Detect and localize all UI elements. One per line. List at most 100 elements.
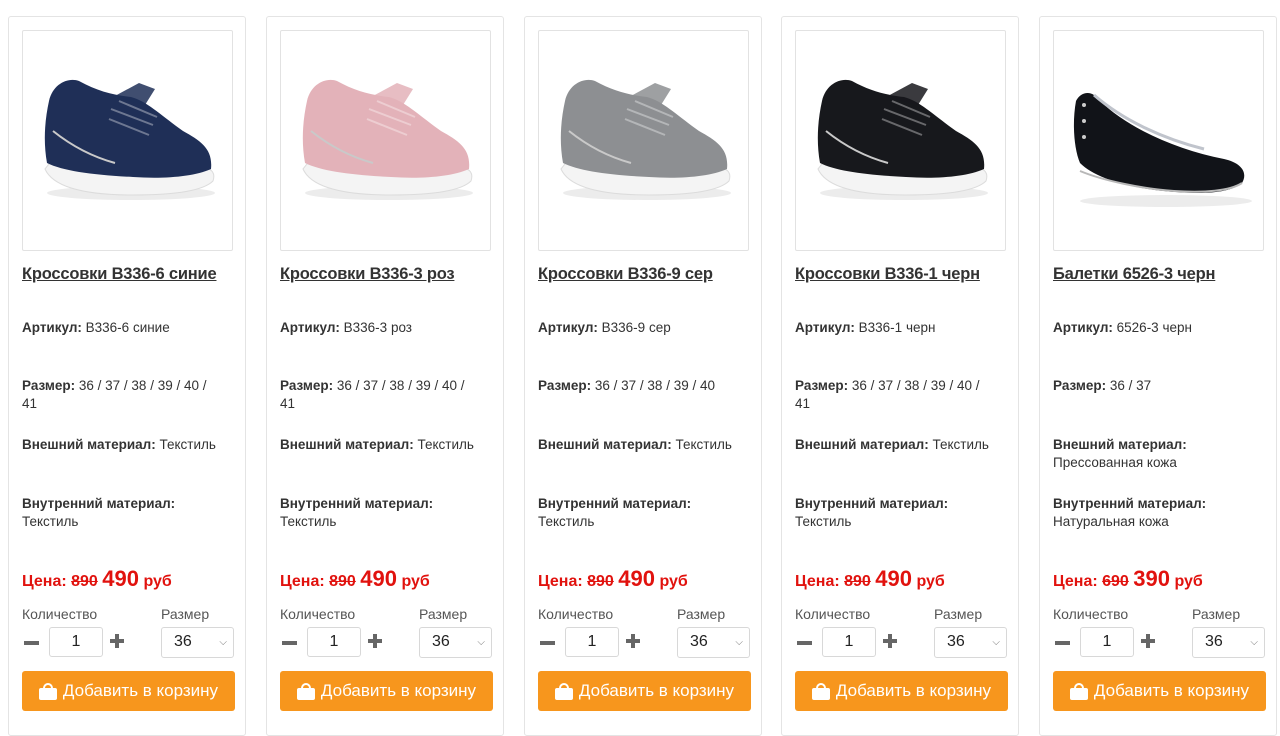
size-select-value: 36	[690, 633, 708, 650]
size-value: 36 / 37 / 38 / 39 / 40	[594, 378, 715, 393]
article-row: Артикул: B336-9 сер	[538, 319, 748, 337]
quantity-input[interactable]	[822, 627, 876, 657]
product-image[interactable]	[538, 30, 749, 251]
shopping-bag-icon	[296, 682, 315, 700]
inner-material-row: Внутренний материал: Текстиль	[795, 495, 1005, 531]
price-label: Цена:	[538, 573, 583, 590]
article-value: B336-3 роз	[343, 320, 412, 335]
size-value: 36 / 37 / 38 / 39 / 40 /	[78, 378, 207, 393]
price-label: Цена:	[1053, 573, 1098, 590]
quantity-input[interactable]	[565, 627, 619, 657]
size-value-cont: 41	[795, 396, 811, 411]
quantity-decrease-button[interactable]	[280, 631, 300, 655]
price-label: Цена:	[795, 573, 840, 590]
inner-material-value: Текстиль	[538, 514, 595, 529]
quantity-increase-button[interactable]	[623, 629, 643, 653]
currency: руб	[1174, 573, 1203, 590]
product-card: Кроссовки B336-9 сер Артикул: B336-9 сер…	[524, 16, 762, 736]
size-select-value: 36	[174, 633, 192, 650]
size-select[interactable]: 36 ⌵	[1192, 627, 1265, 658]
quantity-increase-button[interactable]	[107, 629, 127, 653]
product-image[interactable]	[22, 30, 233, 251]
outer-material-row: Внешний материал: Текстиль	[795, 436, 1005, 454]
quantity-increase-button[interactable]	[880, 629, 900, 653]
quantity-label: Количество	[22, 606, 98, 622]
size-select-label: Размер	[419, 606, 468, 622]
size-select[interactable]: 36 ⌵	[677, 627, 750, 658]
quantity-decrease-button[interactable]	[22, 631, 42, 655]
price-row: Цена: 890 490 руб	[538, 566, 688, 592]
size-select-value: 36	[1205, 633, 1223, 650]
product-title-link[interactable]: Кроссовки B336-6 синие	[22, 265, 242, 284]
product-image[interactable]	[795, 30, 1006, 251]
size-label: Размер:	[795, 378, 849, 393]
quantity-decrease-button[interactable]	[538, 631, 558, 655]
new-price: 390	[1133, 566, 1170, 591]
quantity-decrease-button[interactable]	[1053, 631, 1073, 655]
product-image[interactable]	[280, 30, 491, 251]
add-to-cart-button[interactable]: Добавить в корзину	[280, 671, 493, 711]
add-to-cart-button[interactable]: Добавить в корзину	[1053, 671, 1266, 711]
currency: руб	[401, 573, 430, 590]
outer-material-label: Внешний материал:	[280, 437, 414, 452]
chevron-down-icon: ⌵	[735, 637, 743, 648]
shopping-bag-icon	[1069, 682, 1088, 700]
article-row: Артикул: 6526-3 черн	[1053, 319, 1263, 337]
quantity-input[interactable]	[49, 627, 103, 657]
outer-material-row: Внешний материал: Текстиль	[22, 436, 232, 454]
size-select-label: Размер	[161, 606, 210, 622]
price-label: Цена:	[22, 573, 67, 590]
quantity-decrease-button[interactable]	[795, 631, 815, 655]
outer-material-row: Внешний материал: Текстиль	[280, 436, 490, 454]
outer-material-value-cont: Прессованная кожа	[1053, 455, 1177, 470]
size-value: 36 / 37 / 38 / 39 / 40 /	[851, 378, 980, 393]
product-title-link[interactable]: Балетки 6526-3 черн	[1053, 265, 1273, 284]
article-label: Артикул:	[538, 320, 598, 335]
quantity-increase-button[interactable]	[1138, 629, 1158, 653]
shopping-bag-icon	[554, 682, 573, 700]
size-row: Размер: 36 / 37	[1053, 377, 1263, 395]
add-to-cart-label: Добавить в корзину	[62, 681, 219, 700]
inner-material-value: Текстиль	[795, 514, 852, 529]
size-select[interactable]: 36 ⌵	[934, 627, 1007, 658]
article-row: Артикул: B336-1 черн	[795, 319, 1005, 337]
outer-material-value: Текстиль	[932, 437, 989, 452]
quantity-label: Количество	[1053, 606, 1129, 622]
size-value: 36 / 37 / 38 / 39 / 40 /	[336, 378, 465, 393]
size-row: Размер: 36 / 37 / 38 / 39 / 40	[538, 377, 748, 395]
article-label: Артикул:	[1053, 320, 1113, 335]
size-label: Размер:	[280, 378, 334, 393]
inner-material-label: Внутренний материал:	[280, 496, 434, 511]
quantity-input[interactable]	[1080, 627, 1134, 657]
price-label: Цена:	[280, 573, 325, 590]
add-to-cart-button[interactable]: Добавить в корзину	[538, 671, 751, 711]
size-label: Размер:	[1053, 378, 1107, 393]
currency: руб	[916, 573, 945, 590]
size-select[interactable]: 36 ⌵	[161, 627, 234, 658]
article-row: Артикул: B336-3 роз	[280, 319, 490, 337]
product-card: Кроссовки B336-1 черн Артикул: B336-1 че…	[781, 16, 1019, 736]
add-to-cart-button[interactable]: Добавить в корзину	[22, 671, 235, 711]
size-select-value: 36	[947, 633, 965, 650]
inner-material-label: Внутренний материал:	[22, 496, 176, 511]
chevron-down-icon: ⌵	[219, 637, 227, 648]
new-price: 490	[102, 566, 139, 591]
quantity-label: Количество	[538, 606, 614, 622]
outer-material-label: Внешний материал:	[538, 437, 672, 452]
product-card: Балетки 6526-3 черн Артикул: 6526-3 черн…	[1039, 16, 1277, 736]
outer-material-label: Внешний материал:	[22, 437, 156, 452]
size-select[interactable]: 36 ⌵	[419, 627, 492, 658]
quantity-increase-button[interactable]	[365, 629, 385, 653]
price-row: Цена: 890 490 руб	[280, 566, 430, 592]
add-to-cart-button[interactable]: Добавить в корзину	[795, 671, 1008, 711]
product-title-link[interactable]: Кроссовки B336-1 черн	[795, 265, 1015, 284]
price-row: Цена: 890 490 руб	[795, 566, 945, 592]
inner-material-row: Внутренний материал: Текстиль	[538, 495, 748, 531]
add-to-cart-label: Добавить в корзину	[1093, 681, 1250, 700]
inner-material-value: Текстиль	[22, 514, 79, 529]
product-image[interactable]	[1053, 30, 1264, 251]
product-title-link[interactable]: Кроссовки B336-9 сер	[538, 265, 758, 284]
product-title-link[interactable]: Кроссовки B336-3 роз	[280, 265, 500, 284]
quantity-input[interactable]	[307, 627, 361, 657]
quantity-label: Количество	[280, 606, 356, 622]
